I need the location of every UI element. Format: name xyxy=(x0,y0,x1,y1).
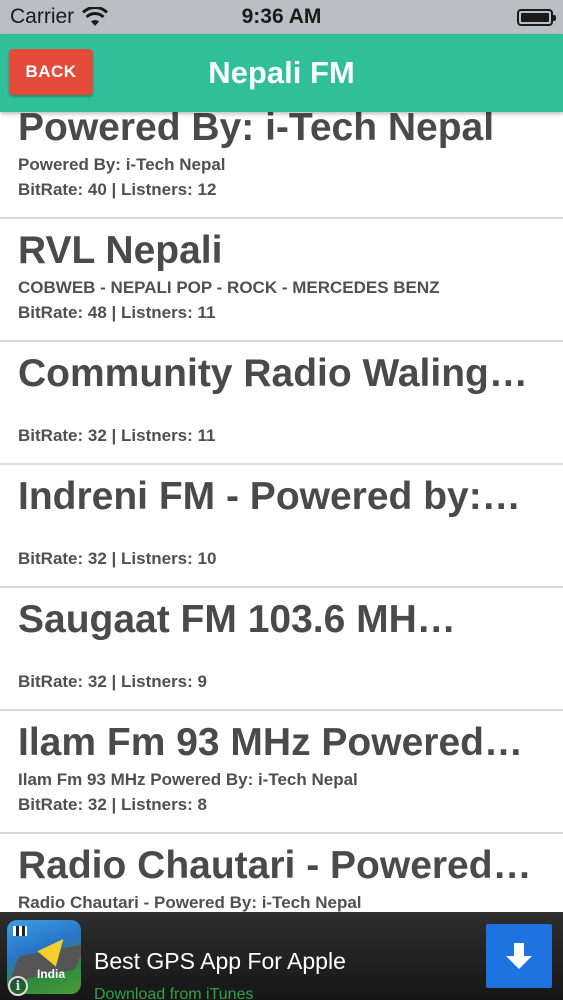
carrier-label: Carrier xyxy=(10,5,75,28)
wifi-icon xyxy=(82,7,110,27)
download-arrow-icon xyxy=(506,943,532,969)
station-description xyxy=(18,644,545,669)
back-button[interactable]: BACK xyxy=(9,49,93,95)
station-description: COBWEB - NEPALI POP - ROCK - MERCEDES BE… xyxy=(18,278,440,297)
station-row[interactable]: Powered By: i-Tech Nepal Powered By: i-T… xyxy=(0,96,563,219)
nav-bar: BACK Nepali FM xyxy=(0,34,563,112)
station-name: Ilam Fm 93 MHz Powered… xyxy=(18,721,523,764)
checkered-flag-icon xyxy=(13,926,27,936)
ad-subtitle: Download from iTunes xyxy=(94,986,254,1000)
station-stats: BitRate: 32 | Listners: 10 xyxy=(18,549,217,568)
station-stats: BitRate: 32 | Listners: 11 xyxy=(18,426,216,445)
station-row[interactable]: Saugaat FM 103.6 MH… BitRate: 32 | Listn… xyxy=(0,588,563,711)
download-button[interactable] xyxy=(486,924,552,988)
station-list[interactable]: Powered By: i-Tech Nepal Powered By: i-T… xyxy=(0,96,563,914)
station-stats: BitRate: 32 | Listners: 9 xyxy=(18,672,207,691)
station-row[interactable]: Indreni FM - Powered by:… BitRate: 32 | … xyxy=(0,465,563,588)
station-name: Indreni FM - Powered by:… xyxy=(18,475,521,518)
station-description xyxy=(18,521,545,546)
station-row[interactable]: Radio Chautari - Powered… Radio Chautari… xyxy=(0,834,563,914)
station-description: Radio Chautari - Powered By: i-Tech Nepa… xyxy=(18,893,362,912)
status-left: Carrier xyxy=(10,5,110,29)
station-stats: BitRate: 40 | Listners: 12 xyxy=(18,180,217,199)
station-description: Ilam Fm 93 MHz Powered By: i-Tech Nepal xyxy=(18,770,358,789)
ad-title[interactable]: Best GPS App For Apple xyxy=(94,948,346,975)
info-icon[interactable]: i xyxy=(8,976,28,996)
station-name: RVL Nepali xyxy=(18,229,223,272)
station-description xyxy=(18,398,545,423)
ad-country-label: India xyxy=(37,967,66,981)
station-name: Saugaat FM 103.6 MH… xyxy=(18,598,456,641)
station-row[interactable]: RVL Nepali COBWEB - NEPALI POP - ROCK - … xyxy=(0,219,563,342)
station-row[interactable]: Ilam Fm 93 MHz Powered… Ilam Fm 93 MHz P… xyxy=(0,711,563,834)
page-title: Nepali FM xyxy=(208,55,355,90)
station-stats: BitRate: 48 | Listners: 11 xyxy=(18,303,216,322)
ad-banner[interactable]: India i Best GPS App For Apple Download … xyxy=(0,912,563,1000)
battery-fill xyxy=(521,12,549,22)
station-description: Powered By: i-Tech Nepal xyxy=(18,155,226,174)
station-name: Radio Chautari - Powered… xyxy=(18,844,532,887)
station-row[interactable]: Community Radio Waling… BitRate: 32 | Li… xyxy=(0,342,563,465)
station-name: Community Radio Waling… xyxy=(18,352,528,395)
station-stats: BitRate: 32 | Listners: 8 xyxy=(18,795,207,814)
status-bar: Carrier 9:36 AM xyxy=(0,0,563,34)
battery-icon xyxy=(517,8,556,26)
